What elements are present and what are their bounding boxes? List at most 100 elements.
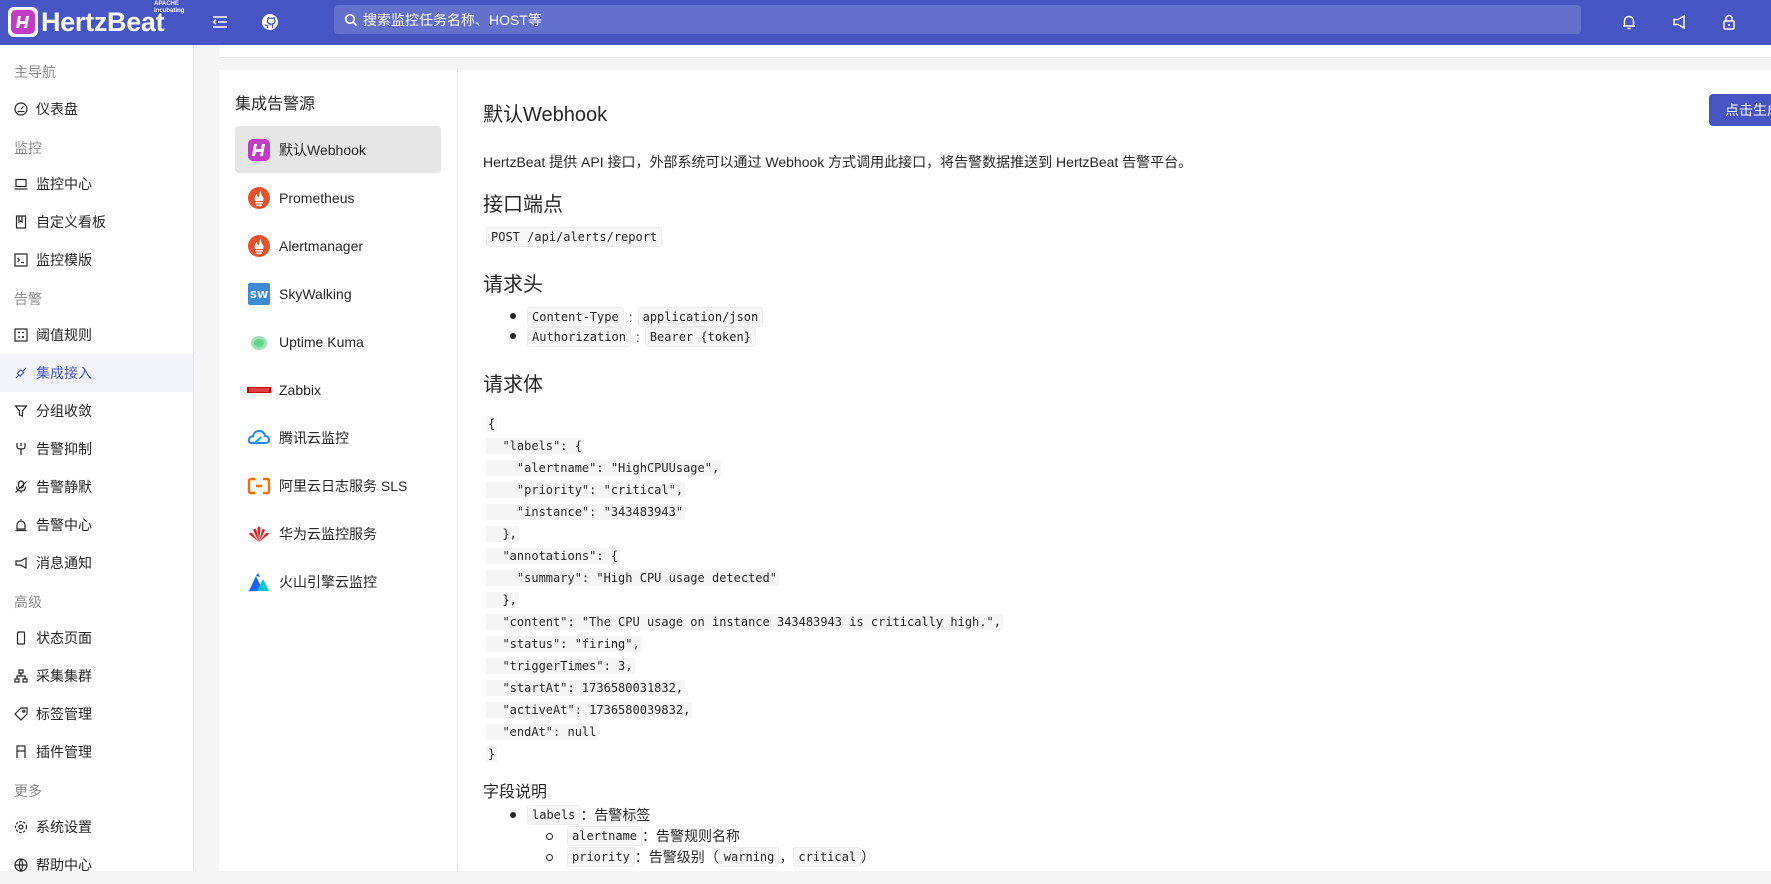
header-row-authorization: Authorization : Bearer {token} <box>527 327 756 347</box>
sidebar-item-dashboard[interactable]: 仪表盘 <box>0 90 193 128</box>
nav-group-main: 主导航 <box>14 64 56 80</box>
tencent-cloud-icon <box>247 426 271 450</box>
sidebar-item-alert-center[interactable]: 告警中心 <box>0 506 193 544</box>
nav-group-advanced: 高级 <box>14 594 42 610</box>
sidebar-item-label: 状态页面 <box>36 630 92 646</box>
source-item-tencent[interactable]: 腾讯云监控 <box>235 414 441 461</box>
sidebar-item-label: 插件管理 <box>36 744 92 760</box>
sidebar-item-help[interactable]: 帮助中心 <box>0 846 193 884</box>
source-item-label: Alertmanager <box>279 237 364 254</box>
bullet-dot <box>546 833 553 840</box>
sidebar-item-collector-cluster[interactable]: 采集集群 <box>0 657 193 695</box>
alertmanager-icon <box>247 234 271 258</box>
sidebar-item-label: 帮助中心 <box>36 857 92 873</box>
code-line: "status": "firing", <box>486 636 642 652</box>
laptop-icon <box>14 178 28 190</box>
body-heading: 请求体 <box>483 374 543 396</box>
logo-text: HertzBeat <box>41 6 165 37</box>
source-item-huawei[interactable]: 华为云监控服务 <box>235 510 441 557</box>
sidebar-item-silence[interactable]: 告警静默 <box>0 468 193 506</box>
source-item-alertmanager[interactable]: Alertmanager <box>235 222 441 269</box>
github-icon[interactable] <box>256 8 284 36</box>
bell-icon[interactable] <box>1615 8 1643 36</box>
source-item-label: 默认Webhook <box>279 141 366 158</box>
mobile-icon <box>16 631 26 645</box>
bullet-dot <box>510 333 516 339</box>
sidebar-item-label: 标签管理 <box>36 706 92 722</box>
fields-heading: 字段说明 <box>483 784 548 801</box>
field-row-alertname: alertname ：告警规则名称 <box>567 826 740 846</box>
sidebar-item-label: 告警静默 <box>36 479 92 495</box>
sidebar-item-notice[interactable]: 消息通知 <box>0 544 193 582</box>
api-icon <box>15 367 27 379</box>
field-desc: ：告警规则名称 <box>642 828 741 844</box>
fork-icon <box>16 443 26 455</box>
source-item-uptime-kuma[interactable]: Uptime Kuma <box>235 318 441 365</box>
code-line: "startAt": 1736580031832, <box>486 680 686 696</box>
sidebar-item-threshold[interactable]: 阈值规则 <box>0 316 193 354</box>
header-row-content-type: Content-Type : application/json <box>527 307 764 327</box>
skywalking-icon: SW <box>247 282 271 306</box>
sidebar-item-integration[interactable]: 集成接入 <box>0 354 193 392</box>
source-item-label: 腾讯云监控 <box>279 429 349 446</box>
source-item-zabbix[interactable]: Zabbix <box>235 366 441 413</box>
menu-fold-icon[interactable] <box>206 8 234 36</box>
source-item-aliyun[interactable]: 阿里云日志服务 SLS <box>235 462 441 509</box>
field-row-labels: labels ：告警标签 <box>527 805 650 825</box>
volcengine-icon <box>247 570 271 594</box>
header-key: Content-Type <box>527 307 624 327</box>
code-line: "triggerTimes": 3, <box>486 658 635 674</box>
sidebar-item-label: 阈值规则 <box>36 327 92 343</box>
uptime-kuma-icon <box>247 330 271 354</box>
sidebar-item-label: 监控模版 <box>36 252 92 268</box>
search-placeholder: 搜索监控任务名称、HOST等 <box>363 11 542 28</box>
source-list-title: 集成告警源 <box>235 96 316 113</box>
code-line: } <box>486 746 498 762</box>
source-item-skywalking[interactable]: SW SkyWalking <box>235 270 441 317</box>
nav-group-monitor: 监控 <box>14 140 42 156</box>
code-line: { <box>486 416 498 432</box>
sidebar-item-tags[interactable]: 标签管理 <box>0 695 193 733</box>
top-header: HertzBeat APACHE incubating 搜索监控任务名称、HOS… <box>0 0 1771 45</box>
book-icon <box>15 215 27 229</box>
sidebar-item-label: 集成接入 <box>36 365 92 381</box>
tag-icon <box>14 707 28 721</box>
field-desc-end: ） <box>861 849 876 865</box>
source-list: 集成告警源 默认Webhook Prometheus Alertmanager … <box>219 70 458 871</box>
code-line: "activeAt": 1736580039832, <box>486 702 693 718</box>
sidebar-item-status-page[interactable]: 状态页面 <box>0 619 193 657</box>
aliyun-icon <box>247 474 271 498</box>
code-line: "instance": "343483943" <box>486 504 686 520</box>
sidebar-item-monitor-center[interactable]: 监控中心 <box>0 165 193 203</box>
logo-sup: APACHE incubating <box>154 1 185 14</box>
code-line: "labels": { <box>486 438 584 454</box>
sidebar-item-plugins[interactable]: 插件管理 <box>0 733 193 771</box>
sidebar-item-label: 自定义看板 <box>36 214 106 230</box>
sidebar-item-custom-board[interactable]: 自定义看板 <box>0 203 193 241</box>
hertzbeat-logo[interactable]: HertzBeat APACHE incubating <box>8 1 184 42</box>
global-icon <box>14 858 28 872</box>
bullet-dot <box>546 854 553 861</box>
priority-warning: warning <box>718 847 780 867</box>
source-item-volcengine[interactable]: 火山引擎云监控 <box>235 558 441 605</box>
sidebar-item-templates[interactable]: 监控模版 <box>0 241 193 279</box>
search-input[interactable]: 搜索监控任务名称、HOST等 <box>334 5 1581 34</box>
lock-icon[interactable] <box>1715 8 1743 36</box>
huawei-icon <box>247 522 271 546</box>
source-item-label: 火山引擎云监控 <box>279 573 377 590</box>
sidebar-item-label: 消息通知 <box>36 555 92 571</box>
alert-icon <box>15 519 27 532</box>
doc-intro: HertzBeat 提供 API 接口，外部系统可以通过 Webhook 方式调… <box>483 154 1193 170</box>
notification-icon[interactable] <box>1665 8 1693 36</box>
sidebar-item-group-converge[interactable]: 分组收敛 <box>0 392 193 430</box>
source-item-label: 阿里云日志服务 SLS <box>279 477 408 494</box>
sidebar-item-inhibit[interactable]: 告警抑制 <box>0 430 193 468</box>
headers-heading: 请求头 <box>483 274 543 296</box>
setting-icon <box>14 820 28 834</box>
sidebar-item-settings[interactable]: 系统设置 <box>0 808 193 846</box>
source-item-prometheus[interactable]: Prometheus <box>235 174 441 221</box>
generate-token-button[interactable]: 点击生成 <box>1709 94 1771 126</box>
source-item-webhook[interactable]: 默认Webhook <box>235 126 441 173</box>
webhook-doc: 默认Webhook 点击生成 HertzBeat 提供 API 接口，外部系统可… <box>483 70 1771 871</box>
svg-text:SW: SW <box>250 290 268 301</box>
